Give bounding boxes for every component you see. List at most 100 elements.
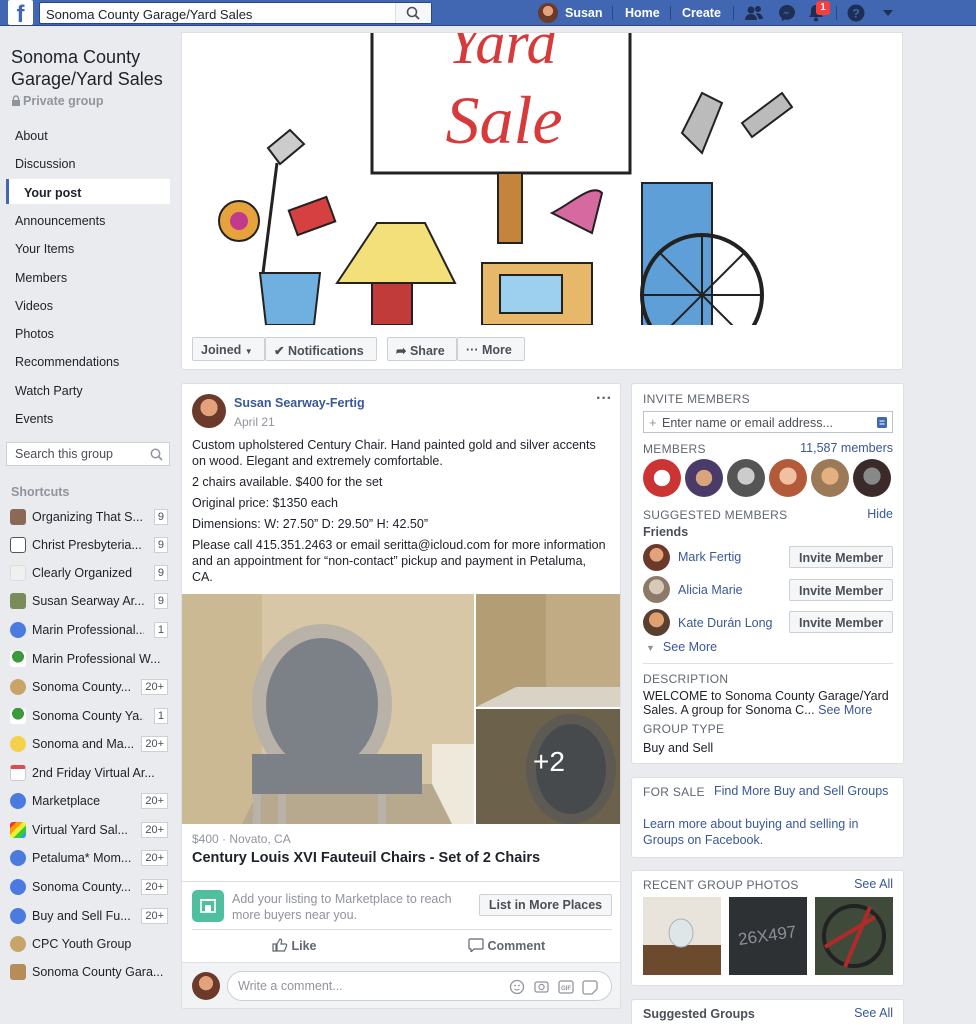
comment-label: Comment: [487, 939, 546, 953]
find-more-groups-link[interactable]: Find More Buy and Sell Groups: [714, 784, 888, 798]
shortcut-item[interactable]: Sonoma County Gara...: [10, 962, 170, 984]
group-photo-thumb[interactable]: 26X497: [729, 897, 807, 975]
group-nav-events[interactable]: Events: [6, 405, 170, 430]
invite-member-button[interactable]: Invite Member: [789, 611, 893, 633]
comment-input[interactable]: Write a comment... GIF: [227, 971, 612, 1001]
camera-icon[interactable]: [534, 981, 549, 993]
shortcut-label: Marketplace: [32, 794, 101, 808]
search-button[interactable]: [395, 3, 431, 23]
more-photos-count[interactable]: +2: [476, 746, 620, 778]
shortcut-item[interactable]: CPC Youth Group: [10, 934, 170, 956]
listing-title[interactable]: Century Louis XVI Fauteuil Chairs - Set …: [192, 850, 540, 866]
post-card: Susan Searway-Fertig April 21 ··· Custom…: [181, 383, 621, 1009]
facebook-logo[interactable]: f: [8, 0, 33, 25]
member-avatar[interactable]: [727, 459, 765, 497]
shortcut-item[interactable]: Marin Professional... 1: [10, 620, 170, 642]
group-nav-your-items[interactable]: Your Items: [6, 235, 170, 260]
account-menu-caret-icon[interactable]: [882, 9, 894, 17]
suggested-member-avatar[interactable]: [643, 576, 670, 603]
member-avatar[interactable]: [769, 459, 807, 497]
group-photo-thumb[interactable]: [815, 897, 893, 975]
suggested-member-avatar[interactable]: [643, 609, 670, 636]
shortcut-item[interactable]: Marin Professional W...: [10, 649, 170, 671]
shortcut-label: Buy and Sell Fu...: [32, 909, 131, 923]
shortcut-label: Virtual Yard Sal...: [32, 823, 128, 837]
shortcut-item[interactable]: 2nd Friday Virtual Ar...: [10, 763, 170, 785]
invite-placeholder: Enter name or email address...: [662, 416, 833, 430]
more-button[interactable]: ··· More: [457, 337, 525, 361]
author-avatar[interactable]: [192, 394, 226, 428]
shortcut-item[interactable]: Virtual Yard Sal... 20+: [10, 820, 170, 842]
comment-button[interactable]: Comment: [468, 938, 546, 954]
post-photo-thumb[interactable]: [476, 594, 621, 707]
book-icon: [10, 964, 26, 980]
group-name[interactable]: Sonoma County Garage/Yard Sales: [11, 46, 176, 90]
member-avatar[interactable]: [811, 459, 849, 497]
shortcut-item[interactable]: Buy and Sell Fu... 20+: [10, 906, 170, 928]
shortcut-item[interactable]: Susan Searway Ar... 9: [10, 591, 170, 613]
post-photo-main[interactable]: [182, 594, 474, 824]
share-button[interactable]: ➦ Share: [387, 337, 457, 361]
group-nav-watch-party[interactable]: Watch Party: [6, 377, 170, 402]
shortcut-item[interactable]: Sonoma County... 20+: [10, 877, 170, 899]
invite-member-button[interactable]: Invite Member: [789, 579, 893, 601]
invite-member-input[interactable]: + Enter name or email address...: [643, 411, 893, 433]
group-nav-about[interactable]: About: [6, 122, 170, 147]
see-more-suggested-link[interactable]: ▼ See More: [646, 640, 717, 654]
suggested-member-name[interactable]: Alicia Marie: [678, 583, 743, 597]
hide-suggested-link[interactable]: Hide: [867, 507, 893, 521]
user-avatar[interactable]: [538, 3, 558, 23]
list-in-more-places-button[interactable]: List in More Places: [479, 894, 612, 916]
group-nav-your-post[interactable]: Your post: [6, 179, 170, 204]
shortcut-item[interactable]: Christ Presbyteria... 9: [10, 535, 170, 557]
friend-requests-icon[interactable]: [744, 5, 764, 21]
shortcut-item[interactable]: Sonoma and Ma... 20+: [10, 734, 170, 756]
post-date[interactable]: April 21: [234, 415, 275, 429]
shortcut-item[interactable]: Sonoma County... 20+: [10, 677, 170, 699]
group-cover-card: Yard Sale Joined ▼ ✔ Notifications ➦ Sha…: [181, 32, 903, 370]
group-nav-photos[interactable]: Photos: [6, 320, 170, 345]
suggested-member-name[interactable]: Kate Durán Long: [678, 616, 773, 630]
gif-icon[interactable]: GIF: [558, 980, 574, 994]
see-all-photos-link[interactable]: See All: [854, 877, 893, 891]
suggested-member-avatar[interactable]: [643, 544, 670, 571]
group-nav-videos[interactable]: Videos: [6, 292, 170, 317]
invite-member-button[interactable]: Invite Member: [789, 546, 893, 568]
shortcut-label: Clearly Organized: [32, 566, 133, 580]
post-author[interactable]: Susan Searway-Fertig: [234, 396, 365, 410]
global-search-input[interactable]: Sonoma County Garage/Yard Sales: [39, 2, 432, 24]
shortcut-item[interactable]: Sonoma County Ya... 1: [10, 706, 170, 728]
home-link[interactable]: Home: [625, 6, 660, 20]
group-nav-announcements[interactable]: Announcements: [6, 207, 170, 232]
members-count-link[interactable]: 11,587 members: [800, 441, 893, 455]
shortcut-item[interactable]: Petaluma* Mom... 20+: [10, 848, 170, 870]
group-search-input[interactable]: Search this group: [6, 442, 170, 466]
post-options-icon[interactable]: ···: [596, 390, 612, 408]
see-all-groups-link[interactable]: See All: [854, 1006, 893, 1020]
member-avatar[interactable]: [685, 459, 723, 497]
shortcut-item[interactable]: Clearly Organized 9: [10, 563, 170, 585]
joined-button[interactable]: Joined ▼: [192, 337, 265, 361]
group-nav-discussion[interactable]: Discussion: [6, 150, 170, 175]
profile-link[interactable]: Susan: [565, 6, 603, 20]
shortcut-label: Organizing That S...: [32, 510, 143, 524]
suggested-member-name[interactable]: Mark Fertig: [678, 550, 741, 564]
shortcut-item[interactable]: Organizing That S... 9: [10, 507, 170, 529]
sticker-icon[interactable]: [582, 980, 598, 995]
group-nav-recommendations[interactable]: Recommendations: [6, 348, 170, 373]
messenger-icon[interactable]: [778, 4, 796, 22]
notifications-button[interactable]: ✔ Notifications: [265, 337, 377, 361]
group-thumbnail-icon: [10, 509, 26, 525]
shortcut-item[interactable]: Marketplace 20+: [10, 791, 170, 813]
learn-more-link[interactable]: Learn more about buying and selling in G…: [643, 816, 888, 848]
create-link[interactable]: Create: [682, 6, 721, 20]
shortcut-count-badge: 9: [153, 509, 168, 525]
member-avatar[interactable]: [643, 459, 681, 497]
description-see-more-link[interactable]: See More: [818, 703, 872, 717]
emoji-icon[interactable]: [509, 979, 525, 995]
member-avatar[interactable]: [853, 459, 891, 497]
like-button[interactable]: Like: [272, 938, 317, 953]
help-icon[interactable]: ?: [847, 4, 865, 22]
group-nav-members[interactable]: Members: [6, 264, 170, 289]
group-photo-thumb[interactable]: [643, 897, 721, 975]
